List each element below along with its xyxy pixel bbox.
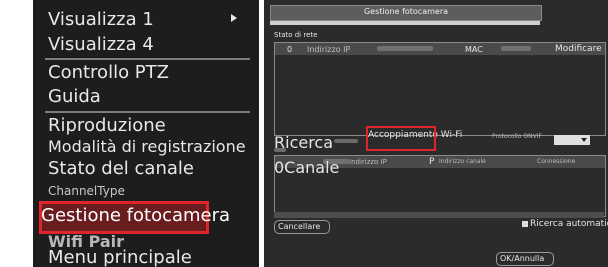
device-table-header: 0 Indirizzo IP MAC Modificare	[275, 43, 605, 55]
menu-item-visualizza-1[interactable]: Visualizza 1	[48, 11, 154, 29]
menu-item-menu-principale[interactable]: Menu principale	[48, 249, 192, 267]
menu-item-riproduzione[interactable]: Riproduzione	[48, 117, 166, 135]
menu-separator	[45, 111, 250, 113]
wifi-pair-highlight-box	[366, 126, 436, 151]
horizontal-scrollbar[interactable]	[274, 212, 604, 218]
title-bar: Gestione fotocamera	[270, 5, 542, 21]
blurred-button	[334, 139, 358, 143]
blurred-column-header	[377, 46, 433, 51]
blurred-column-header	[501, 46, 531, 51]
auto-search-checkbox[interactable]	[522, 221, 528, 227]
device-table: 0 Indirizzo IP MAC Modificare	[274, 42, 606, 136]
menu-item-controllo-ptz[interactable]: Controllo PTZ	[48, 64, 169, 82]
menu-separator	[45, 58, 250, 60]
chevron-down-icon	[581, 138, 587, 142]
column-modify[interactable]: Modificare	[555, 44, 602, 54]
camera-management-dialog: Gestione fotocamera Stato di rete 0 Indi…	[264, 0, 608, 267]
menu-item-visualizza-4[interactable]: Visualizza 4	[48, 36, 154, 54]
dialog-title: Gestione fotocamera	[363, 7, 449, 16]
ok-cancel-button[interactable]: OK/Annulla	[496, 252, 554, 266]
cancel-button[interactable]: Cancellare	[274, 220, 330, 234]
column-ip-address: Indirizzo IP	[349, 158, 387, 166]
column-ip-address: Indirizzo IP	[307, 45, 351, 54]
column-channel-address: Indirizzo canale	[439, 158, 486, 165]
protocol-dropdown[interactable]	[554, 135, 590, 145]
column-mac: MAC	[465, 45, 483, 54]
channel-column-label: 0Canale	[274, 158, 340, 177]
menu-item-channel-type[interactable]: ChannelType	[48, 185, 125, 197]
column-index: 0	[287, 45, 293, 54]
submenu-arrow-icon	[231, 14, 237, 22]
menu-item-gestione-fotocamera[interactable]: Gestione fotocamera	[41, 207, 230, 225]
menu-item-guida[interactable]: Guida	[48, 88, 101, 106]
column-p: P	[429, 157, 435, 167]
section-label: Stato di rete	[274, 31, 318, 39]
ok-cancel-button-label: OK/Annulla	[500, 254, 545, 263]
column-connection: Connessione	[537, 158, 576, 165]
blurred-label	[274, 148, 286, 152]
main-menu: Visualizza 1 Visualizza 4 Controllo PTZ …	[33, 0, 259, 267]
auto-search-label: Ricerca automatica	[530, 219, 608, 229]
protocol-label: Protocollo ONVIF	[492, 133, 542, 140]
menu-item-modalita-registrazione[interactable]: Modalità di registrazione	[48, 139, 246, 155]
menu-item-stato-canale[interactable]: Stato del canale	[48, 160, 194, 178]
cancel-button-label: Cancellare	[278, 222, 321, 231]
